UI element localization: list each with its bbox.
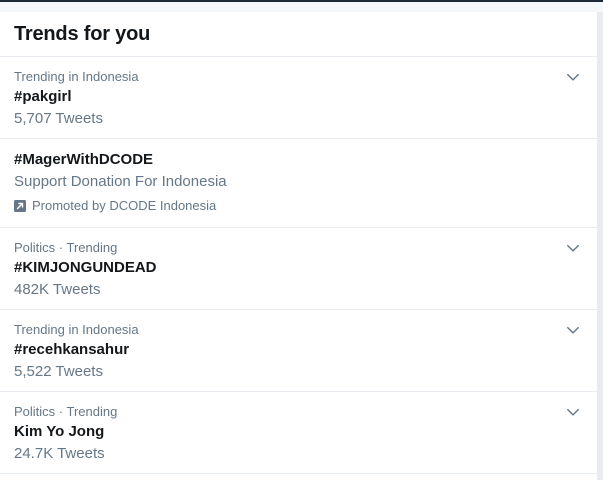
trend-context: Trending in Indonesia: [14, 69, 139, 84]
trends-header: Trends for you: [0, 12, 597, 57]
trend-count: 5,707 Tweets: [14, 110, 103, 127]
trend-item[interactable]: Trending in Indonesia #recehkansahur 5,5…: [0, 310, 597, 392]
promoted-by-label: Promoted by DCODE Indonesia: [32, 198, 217, 213]
trend-context: Politics · Trending: [14, 240, 118, 255]
trend-count: 5,522 Tweets: [14, 363, 103, 380]
trend-name: #KIMJONGUNDEAD: [14, 259, 157, 276]
chevron-down-icon[interactable]: [566, 405, 580, 419]
chevron-down-icon[interactable]: [566, 70, 580, 84]
trend-context: Trending in Indonesia: [14, 322, 139, 337]
trend-item[interactable]: Politics · Trending #KIMJONGUNDEAD 482K …: [0, 228, 597, 310]
trend-description: Support Donation For Indonesia: [14, 173, 227, 190]
trend-name: #pakgirl: [14, 88, 72, 105]
trend-name: Kim Yo Jong: [14, 423, 105, 440]
trend-item[interactable]: Politics · Trending Kim Yo Jong 24.7K Tw…: [0, 392, 597, 474]
top-border: [0, 0, 603, 12]
promoted-trend-item[interactable]: #MagerWithDCODE Support Donation For Ind…: [0, 139, 597, 228]
trend-count: 482K Tweets: [14, 281, 101, 298]
promoted-icon: [14, 200, 26, 212]
trends-panel: Trends for you Trending in Indonesia #pa…: [0, 12, 598, 480]
trend-count: 24.7K Tweets: [14, 445, 105, 462]
trend-name: #MagerWithDCODE: [14, 151, 154, 168]
trends-title: Trends for you: [14, 23, 151, 45]
trend-item[interactable]: Trending in Indonesia #pakgirl 5,707 Twe…: [0, 57, 597, 139]
chevron-down-icon[interactable]: [566, 241, 580, 255]
chevron-down-icon[interactable]: [566, 323, 580, 337]
trend-context: Politics · Trending: [14, 404, 118, 419]
trend-name: #recehkansahur: [14, 341, 130, 358]
promoted-by: Promoted by DCODE Indonesia: [14, 198, 583, 214]
